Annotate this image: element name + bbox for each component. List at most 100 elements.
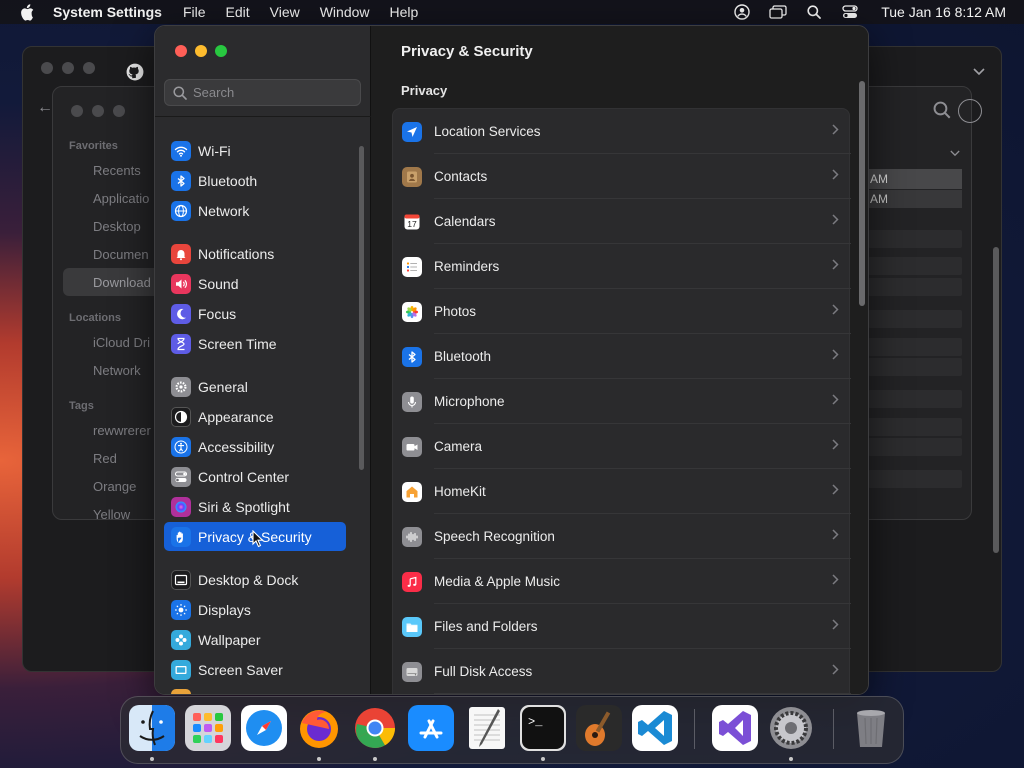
privacy-row-full-disk-access[interactable]: Full Disk Access	[393, 649, 851, 694]
control-center-icon[interactable]	[839, 3, 861, 21]
screen-saver-icon	[171, 659, 191, 680]
privacy-row-files-and-folders[interactable]: Files and Folders	[393, 604, 851, 649]
user-account-icon[interactable]	[731, 3, 753, 21]
sidebar-item-label: Appearance	[198, 408, 274, 425]
sidebar-item-wi-fi[interactable]: Wi-Fi	[164, 136, 346, 165]
sidebar-item-screen-saver[interactable]: Screen Saver	[164, 655, 346, 684]
privacy-row-homekit[interactable]: HomeKit	[393, 469, 851, 514]
sidebar-item-focus[interactable]: Focus	[164, 299, 346, 328]
edit-menu[interactable]: Edit	[226, 4, 250, 20]
sidebar-item-label: Screen Saver	[198, 661, 283, 678]
sidebar-item-wallpaper[interactable]: Wallpaper	[164, 625, 346, 654]
sidebar-item-desktop-dock[interactable]: Desktop & Dock	[164, 565, 346, 594]
apple-menu-icon[interactable]	[17, 2, 37, 22]
sidebar-item-general[interactable]: General	[164, 372, 346, 401]
finder-sidebar-item: Recents	[93, 163, 141, 178]
running-indicator	[541, 757, 545, 761]
chrome-icon[interactable]	[352, 705, 398, 751]
finder-sidebar: Favorites Recents Applicatio Desktop Documen…	[53, 87, 163, 522]
minimize-window-button[interactable]	[195, 45, 207, 57]
finder-sidebar-item: Applicatio	[93, 191, 150, 206]
background-list-row	[868, 230, 962, 248]
app-store-icon[interactable]	[408, 705, 454, 751]
privacy-row-label: Reminders	[434, 259, 500, 274]
page-title: Privacy & Security	[401, 43, 533, 60]
terminal-icon[interactable]: >_	[520, 705, 566, 751]
sidebar-item-bluetooth[interactable]: Bluetooth	[164, 166, 346, 195]
sidebar-item-displays[interactable]: Displays	[164, 595, 346, 624]
safari-icon[interactable]	[241, 705, 287, 751]
garageband-icon[interactable]	[576, 705, 622, 751]
privacy-row-photos[interactable]: Photos	[393, 289, 851, 334]
privacy-row-label: Contacts	[434, 169, 488, 184]
visual-studio-icon[interactable]	[712, 705, 758, 751]
privacy-row-media-apple-music[interactable]: Media & Apple Music	[393, 559, 851, 604]
privacy-row-location-services[interactable]: Location Services	[393, 109, 851, 154]
menubar-clock[interactable]: Tue Jan 16 8:12 AM	[881, 4, 1006, 20]
content-scrollbar[interactable]	[859, 81, 865, 306]
finder-icon[interactable]	[129, 705, 175, 751]
privacy-row-calendars[interactable]: 17 Calendars	[393, 199, 851, 244]
screen-mirroring-icon[interactable]	[767, 3, 789, 21]
background-scrollbar	[993, 247, 999, 553]
privacy-row-label: Full Disk Access	[434, 664, 533, 679]
sidebar-item-network[interactable]: Network	[164, 196, 346, 225]
chevron-right-icon	[832, 303, 839, 318]
sidebar-item-label: Bluetooth	[198, 172, 258, 189]
mouse-cursor-icon	[252, 529, 266, 548]
view-menu[interactable]: View	[270, 4, 300, 20]
sidebar-item-label: Focus	[198, 305, 237, 322]
settings-sidebar: Wi-Fi Bluetooth Network Notifications Sound F…	[155, 26, 371, 694]
privacy-row-label: Media & Apple Music	[434, 574, 561, 589]
github-icon	[126, 63, 144, 81]
disk-icon	[402, 661, 422, 682]
chevron-right-icon	[832, 573, 839, 588]
dock: >_	[120, 696, 904, 764]
window-menu[interactable]: Window	[320, 4, 370, 20]
textedit-icon[interactable]	[464, 705, 510, 751]
sidebar-item-label: Screen Time	[198, 335, 277, 352]
close-window-button[interactable]	[175, 45, 187, 57]
trash-icon[interactable]	[848, 705, 894, 751]
dock-separator	[833, 709, 834, 749]
running-indicator	[373, 757, 377, 761]
sidebar-item-sound[interactable]: Sound	[164, 269, 346, 298]
launchpad-icon[interactable]	[185, 705, 231, 751]
app-name-menu[interactable]: System Settings	[53, 4, 162, 20]
finder-sidebar-item: Orange	[93, 479, 137, 494]
sidebar-item-notifications[interactable]: Notifications	[164, 239, 346, 268]
sidebar-item-appearance[interactable]: Appearance	[164, 402, 346, 431]
privacy-row-reminders[interactable]: Reminders	[393, 244, 851, 289]
sidebar-item-accessibility[interactable]: Accessibility	[164, 432, 346, 461]
search-input[interactable]	[193, 85, 353, 100]
siri-icon	[171, 496, 191, 517]
sidebar-scrollbar[interactable]	[359, 146, 364, 470]
privacy-row-microphone[interactable]: Microphone	[393, 379, 851, 424]
chevron-right-icon	[832, 528, 839, 543]
help-menu[interactable]: Help	[390, 4, 419, 20]
vscode-icon[interactable]	[632, 705, 678, 751]
accessibility-icon	[171, 436, 191, 457]
sidebar-item-screen-time[interactable]: Screen Time	[164, 329, 346, 358]
sidebar-item-control-center[interactable]: Control Center	[164, 462, 346, 491]
spotlight-search-icon[interactable]	[803, 3, 825, 21]
privacy-row-camera[interactable]: Camera	[393, 424, 851, 469]
file-menu[interactable]: File	[183, 4, 206, 20]
desktop-dock-icon	[171, 569, 191, 590]
finder-sidebar-item: Red	[93, 451, 117, 466]
firefox-icon[interactable]	[296, 705, 342, 751]
privacy-row-speech-recognition[interactable]: Speech Recognition	[393, 514, 851, 559]
sidebar-item-siri-spotlight[interactable]: Siri & Spotlight	[164, 492, 346, 521]
sound-icon	[171, 273, 191, 294]
privacy-row-bluetooth[interactable]: Bluetooth	[393, 334, 851, 379]
system-settings-icon[interactable]	[768, 705, 814, 751]
zoom-window-button[interactable]	[215, 45, 227, 57]
row-separator	[434, 693, 851, 694]
background-list-row	[868, 257, 962, 275]
search-icon	[173, 85, 187, 100]
sidebar-item-partial-icon	[171, 689, 191, 694]
privacy-row-contacts[interactable]: Contacts	[393, 154, 851, 199]
chevron-right-icon	[832, 123, 839, 138]
settings-search-field[interactable]	[164, 79, 361, 106]
privacy-row-label: Camera	[434, 439, 483, 454]
